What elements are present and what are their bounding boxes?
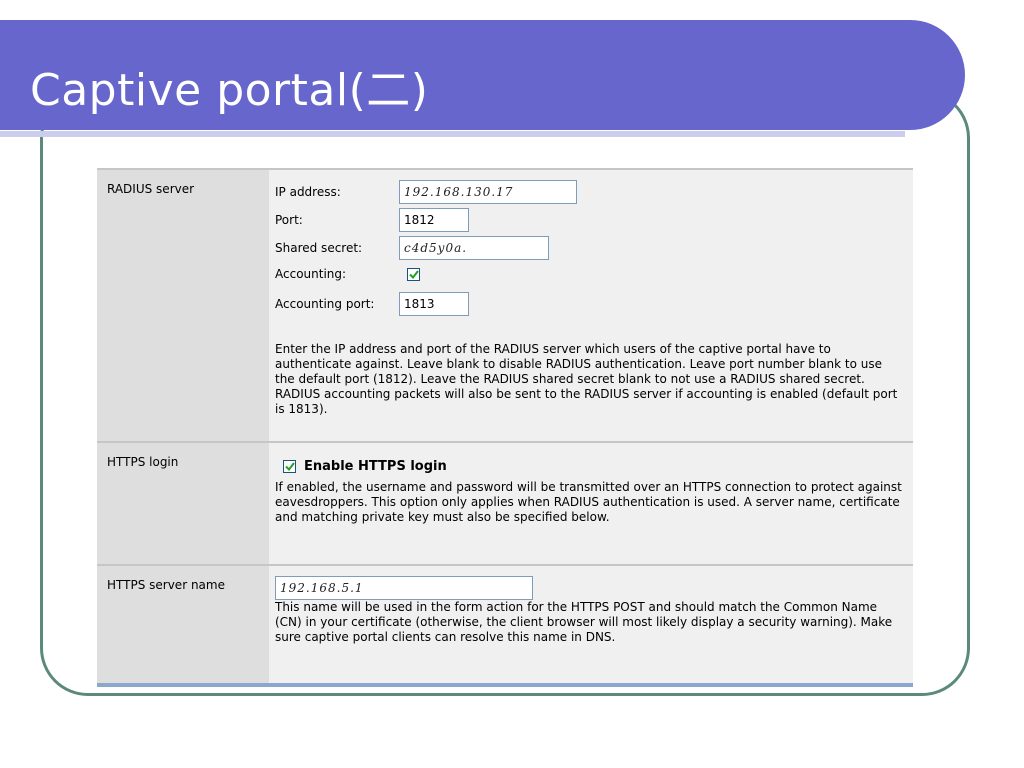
https-server-row: HTTPS server name 192.168.5.1 This name …	[97, 564, 913, 683]
port-input[interactable]: 1812	[399, 208, 469, 232]
https-login-label: HTTPS login	[97, 443, 269, 564]
https-login-checkbox-line: Enable HTTPS login	[283, 459, 447, 474]
title-underline	[0, 131, 905, 137]
accounting-line: Accounting:	[275, 262, 420, 286]
accounting-checkbox[interactable]	[407, 267, 420, 281]
radius-server-value: IP address: 192.168.130.17 Port: 1812 Sh…	[269, 170, 913, 441]
accounting-port-line: Accounting port: 1813	[275, 292, 469, 316]
accounting-port-label: Accounting port:	[275, 297, 375, 311]
shared-secret-input[interactable]: c4d5y0a.	[399, 236, 549, 260]
accounting-port-input[interactable]: 1813	[399, 292, 469, 316]
port-line: Port: 1812	[275, 208, 469, 232]
port-label: Port:	[275, 213, 303, 227]
checkmark-icon	[284, 462, 295, 471]
ip-address-line: IP address: 192.168.130.17	[275, 180, 577, 204]
accounting-label: Accounting:	[275, 267, 347, 281]
settings-screenshot: RADIUS server IP address: 192.168.130.17…	[97, 168, 913, 687]
checkmark-icon	[408, 269, 419, 279]
ip-address-label: IP address:	[275, 185, 341, 199]
https-server-label: HTTPS server name	[97, 566, 269, 683]
radius-server-row: RADIUS server IP address: 192.168.130.17…	[97, 168, 913, 441]
https-server-value: 192.168.5.1 This name will be used in th…	[269, 566, 913, 683]
shared-secret-line: Shared secret: c4d5y0a.	[275, 236, 549, 260]
https-login-value: Enable HTTPS login If enabled, the usern…	[269, 443, 913, 564]
radius-server-label: RADIUS server	[97, 170, 269, 441]
https-server-input[interactable]: 192.168.5.1	[275, 576, 533, 600]
enable-https-checkbox[interactable]	[283, 460, 296, 473]
https-server-help-text: This name will be used in the form actio…	[275, 600, 893, 644]
slide-title: Captive portal(二)	[30, 65, 429, 116]
enable-https-label: Enable HTTPS login	[304, 459, 447, 474]
radius-help-text: Enter the IP address and port of the RAD…	[275, 342, 898, 416]
https-login-help-text: If enabled, the username and password wi…	[275, 480, 902, 524]
title-bar: Captive portal(二)	[0, 20, 965, 130]
shared-secret-label: Shared secret:	[275, 241, 363, 255]
ip-address-input[interactable]: 192.168.130.17	[399, 180, 577, 204]
https-login-row: HTTPS login Enable HTTPS login If enable…	[97, 441, 913, 564]
